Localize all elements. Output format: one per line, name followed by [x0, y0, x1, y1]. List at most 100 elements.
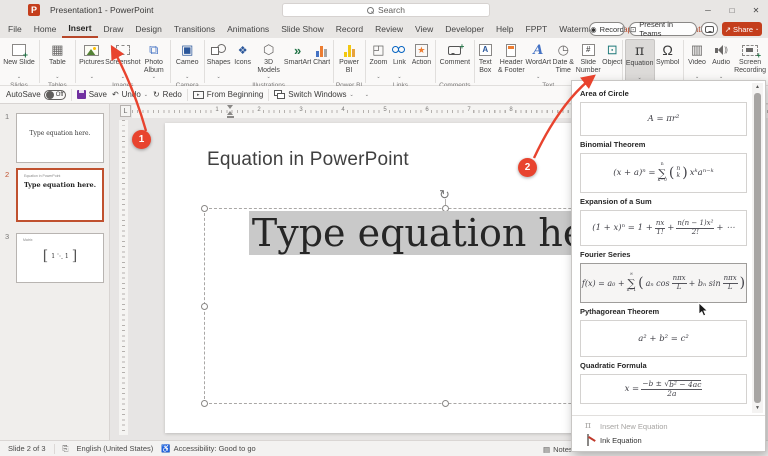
redo-button[interactable]: ↻ Redo: [153, 90, 182, 99]
tab-view[interactable]: View: [409, 20, 439, 38]
resize-handle-bottom-left[interactable]: [201, 400, 208, 407]
slide-thumbnail-panel: 1 Type equation here. 2 Equation in Powe…: [0, 104, 110, 440]
gallery-scrollbar[interactable]: ▲ ▼: [752, 83, 763, 413]
object-button[interactable]: ⊡ Object: [601, 39, 623, 81]
shapes-icon: [211, 44, 226, 56]
zoom-button[interactable]: ◰ Zoom ⌄: [367, 39, 389, 81]
slide-number-button[interactable]: # Slide Number: [575, 39, 601, 81]
tab-animations[interactable]: Animations: [221, 20, 275, 38]
undo-button[interactable]: ↶ Undo ⌄: [112, 90, 148, 99]
pi-icon: π: [582, 421, 594, 431]
audio-button[interactable]: )) Audio ⌄: [709, 39, 733, 81]
link-icon: [392, 46, 407, 55]
close-button[interactable]: ✕: [744, 0, 768, 20]
3d-models-button[interactable]: ⬡ 3D Models ⌄: [254, 39, 284, 81]
date-time-button[interactable]: ◷ Date & Time: [551, 39, 575, 81]
tab-insert[interactable]: Insert: [62, 20, 97, 38]
tab-record[interactable]: Record: [330, 20, 369, 38]
tab-fppt[interactable]: FPPT: [520, 20, 554, 38]
icons-button[interactable]: ❖ Icons: [232, 39, 254, 81]
tab-slide-show[interactable]: Slide Show: [275, 20, 330, 38]
qat-overflow-button[interactable]: ⌄: [365, 92, 369, 98]
tab-draw[interactable]: Draw: [98, 20, 130, 38]
resize-handle-bottom-middle[interactable]: [442, 400, 449, 407]
search-placeholder: Search: [378, 5, 405, 15]
search-icon: [367, 7, 374, 14]
present-in-teams-button[interactable]: ⊡ Present in Teams: [629, 22, 697, 36]
text-box-button[interactable]: A Text Box: [473, 39, 497, 81]
save-button[interactable]: Save: [77, 90, 107, 99]
power-bi-button[interactable]: Power BI: [335, 39, 363, 81]
ink-equation-item[interactable]: Ink Equation: [572, 433, 765, 447]
autosave-toggle[interactable]: AutoSave Off: [6, 90, 66, 100]
slide-thumbnail-3[interactable]: Matrix [1 ⋱ 1]: [16, 233, 104, 283]
video-button[interactable]: ▥ Video ⌄: [685, 39, 709, 81]
photo-album-icon: ⧉: [149, 41, 158, 59]
ribbon-tabs-bar: File Home Insert Draw Design Transitions…: [0, 20, 768, 38]
wordart-button[interactable]: A WordArt ⌄: [525, 39, 551, 81]
from-beginning-button[interactable]: ▸ From Beginning: [193, 90, 263, 99]
minimize-button[interactable]: ─: [696, 0, 720, 20]
slide-thumbnail-2-selected[interactable]: Equation in PowerPoint Type equation her…: [16, 168, 104, 222]
equation-pythagorean-theorem[interactable]: a² + b² = c²: [580, 320, 747, 357]
chevron-down-icon: ⌄: [536, 75, 540, 81]
scroll-down-icon[interactable]: ▼: [755, 404, 760, 413]
shapes-button[interactable]: Shapes ⌄: [206, 39, 232, 81]
scrollbar-thumb[interactable]: [754, 93, 761, 403]
date-time-icon: ◷: [558, 41, 569, 59]
screen-recording-button[interactable]: + Screen Recording: [733, 39, 767, 81]
vertical-ruler[interactable]: [119, 120, 128, 435]
screenshot-button[interactable]: Screenshot ⌄: [107, 39, 139, 81]
symbol-button[interactable]: Ω Symbol: [655, 39, 681, 81]
slide-thumbnail-1[interactable]: Type equation here.: [16, 113, 104, 163]
share-button[interactable]: ↗ Share ⌄: [722, 22, 762, 36]
equation-expansion-of-a-sum[interactable]: (1 + x)ⁿ = 1 + nx1! + n(n − 1)x²2! + ⋯: [580, 210, 747, 246]
tab-transitions[interactable]: Transitions: [168, 20, 221, 38]
group-text: A Text Box Header & Footer A WordArt ⌄ ◷…: [475, 38, 621, 85]
tab-home[interactable]: Home: [28, 20, 63, 38]
chevron-down-icon: ⌄: [217, 75, 221, 81]
slide-number: 2: [5, 170, 9, 179]
chart-button[interactable]: Chart: [312, 39, 332, 81]
undo-icon: ↶: [112, 90, 119, 99]
comments-button[interactable]: [701, 22, 718, 36]
equation-quadratic-formula[interactable]: x = −b ± √b² − 4ac 2a: [580, 374, 747, 404]
proofing-icon[interactable]: ⎘: [63, 444, 69, 454]
accessibility-status[interactable]: ♿ Accessibility: Good to go: [161, 444, 255, 453]
record-button[interactable]: ◉ Record: [589, 22, 625, 36]
link-button[interactable]: Link ⌄: [389, 39, 409, 81]
tab-design[interactable]: Design: [129, 20, 167, 38]
new-slide-button[interactable]: + New Slide ⌄: [1, 39, 37, 81]
smartart-button[interactable]: » SmartArt: [284, 39, 312, 81]
equation-area-of-circle[interactable]: A = πr²: [580, 102, 747, 136]
tab-developer[interactable]: Developer: [439, 20, 490, 38]
photo-album-button[interactable]: ⧉ Photo Album ⌄: [139, 39, 169, 81]
rotate-handle-icon[interactable]: ↻: [439, 187, 450, 203]
scroll-up-icon[interactable]: ▲: [755, 83, 760, 92]
tab-file[interactable]: File: [2, 20, 28, 38]
equation-button[interactable]: π Equation ⌄: [625, 39, 655, 83]
comment-button[interactable]: + Comment: [438, 39, 472, 81]
search-input[interactable]: Search: [282, 3, 490, 17]
equation-fourier-series[interactable]: f(x) = a₀ + ∞∑n=1 ( aₙ cos nπxL + bₙ sin…: [580, 263, 747, 303]
action-button[interactable]: ★ Action: [409, 39, 433, 81]
tab-stop-selector[interactable]: L: [120, 105, 131, 117]
insert-new-equation-item[interactable]: π Insert New Equation: [572, 419, 765, 433]
tab-help[interactable]: Help: [490, 20, 519, 38]
pictures-button[interactable]: Pictures ⌄: [77, 39, 107, 81]
tab-review[interactable]: Review: [369, 20, 409, 38]
table-button[interactable]: ▦ Table ⌄: [41, 39, 73, 81]
powerpoint-logo-icon: P: [28, 4, 40, 16]
indent-markers[interactable]: [227, 105, 234, 118]
cameo-button[interactable]: ▣ Cameo ⌄: [172, 39, 202, 81]
equation-binomial-theorem[interactable]: (x + a)ⁿ = n∑k=0 ( nk ) xᵏaⁿ⁻ᵏ: [580, 153, 747, 193]
group-media: ▥ Video ⌄ )) Audio ⌄ + Screen Recording …: [684, 38, 768, 85]
header-footer-button[interactable]: Header & Footer: [497, 39, 525, 81]
step-badge-1: 1: [132, 130, 151, 149]
resize-handle-middle-left[interactable]: [201, 303, 208, 310]
switch-windows-button[interactable]: Switch Windows ⌄: [274, 90, 353, 99]
maximize-button[interactable]: □: [720, 0, 744, 20]
slide-title-text[interactable]: Equation in PowerPoint: [207, 149, 409, 171]
language-status[interactable]: English (United States): [77, 444, 154, 453]
notes-button[interactable]: ▤ Notes: [543, 445, 573, 454]
